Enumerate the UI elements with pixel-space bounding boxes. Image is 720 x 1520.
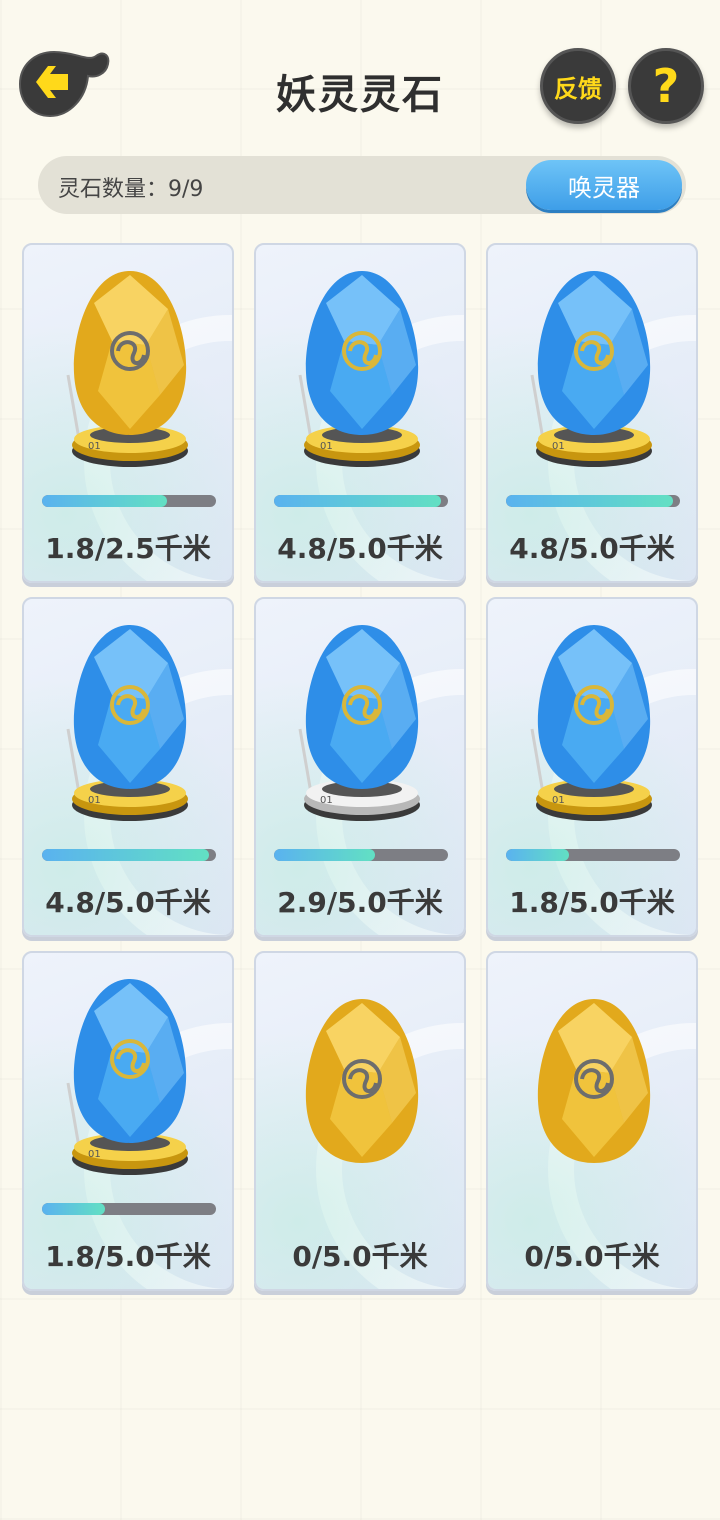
distance-label: 4.8/5.0千米 bbox=[509, 532, 675, 565]
distance-label: 4.8/5.0千米 bbox=[45, 886, 211, 919]
svg-text:01: 01 bbox=[320, 795, 333, 806]
stone-card[interactable]: 01 1.8/5.0千米 bbox=[486, 597, 698, 937]
hatch-progress-fill bbox=[506, 495, 674, 507]
spirit-stone-icon: 01 bbox=[66, 271, 188, 467]
svg-text:01: 01 bbox=[552, 441, 565, 452]
svg-text:01: 01 bbox=[320, 441, 333, 452]
feedback-button[interactable]: 反馈 bbox=[540, 48, 616, 124]
stone-grid: 01 1.8/2.5千米 01 4.8/5.0千米 01 4.8/5.0千米 0… bbox=[22, 243, 698, 1293]
hatch-progress-bar bbox=[506, 495, 680, 507]
hatch-progress-fill bbox=[274, 495, 442, 507]
distance-label: 1.8/5.0千米 bbox=[45, 1240, 211, 1273]
stone-card[interactable]: 01 2.9/5.0千米 bbox=[254, 597, 466, 937]
hatch-progress-fill bbox=[42, 495, 168, 507]
stone-card[interactable]: 01 4.8/5.0千米 bbox=[486, 243, 698, 583]
svg-text:01: 01 bbox=[88, 1149, 101, 1160]
spirit-stone-icon: 01 bbox=[530, 271, 652, 467]
spirit-stone-icon: 01 bbox=[298, 271, 420, 467]
stone-card[interactable]: 01 4.8/5.0千米 bbox=[22, 597, 234, 937]
spirit-stone-icon: 01 bbox=[530, 625, 652, 821]
spirit-stone-icon: 01 bbox=[66, 625, 188, 821]
stone-count-bar: 灵石数量：9/9 唤灵器 bbox=[38, 156, 686, 214]
stone-card[interactable]: 01 1.8/5.0千米 bbox=[22, 951, 234, 1291]
hatch-progress-bar bbox=[42, 849, 216, 861]
stone-card[interactable]: 0/5.0千米 bbox=[486, 951, 698, 1291]
hatch-progress-bar bbox=[274, 495, 448, 507]
distance-label: 1.8/2.5千米 bbox=[45, 532, 211, 565]
svg-text:01: 01 bbox=[88, 795, 101, 806]
spirit-stone-icon: 01 bbox=[298, 625, 420, 821]
svg-text:01: 01 bbox=[88, 441, 101, 452]
spirit-stone-icon bbox=[305, 999, 419, 1163]
hatch-progress-bar bbox=[506, 849, 680, 861]
distance-label: 0/5.0千米 bbox=[292, 1240, 428, 1273]
distance-label: 1.8/5.0千米 bbox=[509, 886, 675, 919]
svg-text:01: 01 bbox=[552, 795, 565, 806]
spirit-stone-icon bbox=[537, 999, 651, 1163]
stone-card[interactable]: 01 1.8/2.5千米 bbox=[22, 243, 234, 583]
hatch-progress-fill bbox=[42, 1203, 105, 1215]
distance-label: 0/5.0千米 bbox=[524, 1240, 660, 1273]
help-button[interactable]: ? bbox=[628, 48, 704, 124]
spirit-stone-icon: 01 bbox=[66, 979, 188, 1175]
distance-label: 4.8/5.0千米 bbox=[277, 532, 443, 565]
hatch-progress-fill bbox=[506, 849, 569, 861]
hatch-progress-fill bbox=[42, 849, 210, 861]
hatch-progress-bar bbox=[42, 1203, 216, 1215]
distance-label: 2.9/5.0千米 bbox=[277, 886, 443, 919]
header: 妖灵灵石 反馈 ? bbox=[0, 0, 720, 150]
summon-device-button[interactable]: 唤灵器 bbox=[526, 160, 682, 210]
stone-card[interactable]: 01 4.8/5.0千米 bbox=[254, 243, 466, 583]
hatch-progress-bar bbox=[274, 849, 448, 861]
stone-count-label: 灵石数量：9/9 bbox=[58, 177, 204, 202]
hatch-progress-fill bbox=[274, 849, 375, 861]
stone-card[interactable]: 0/5.0千米 bbox=[254, 951, 466, 1291]
hatch-progress-bar bbox=[42, 495, 216, 507]
